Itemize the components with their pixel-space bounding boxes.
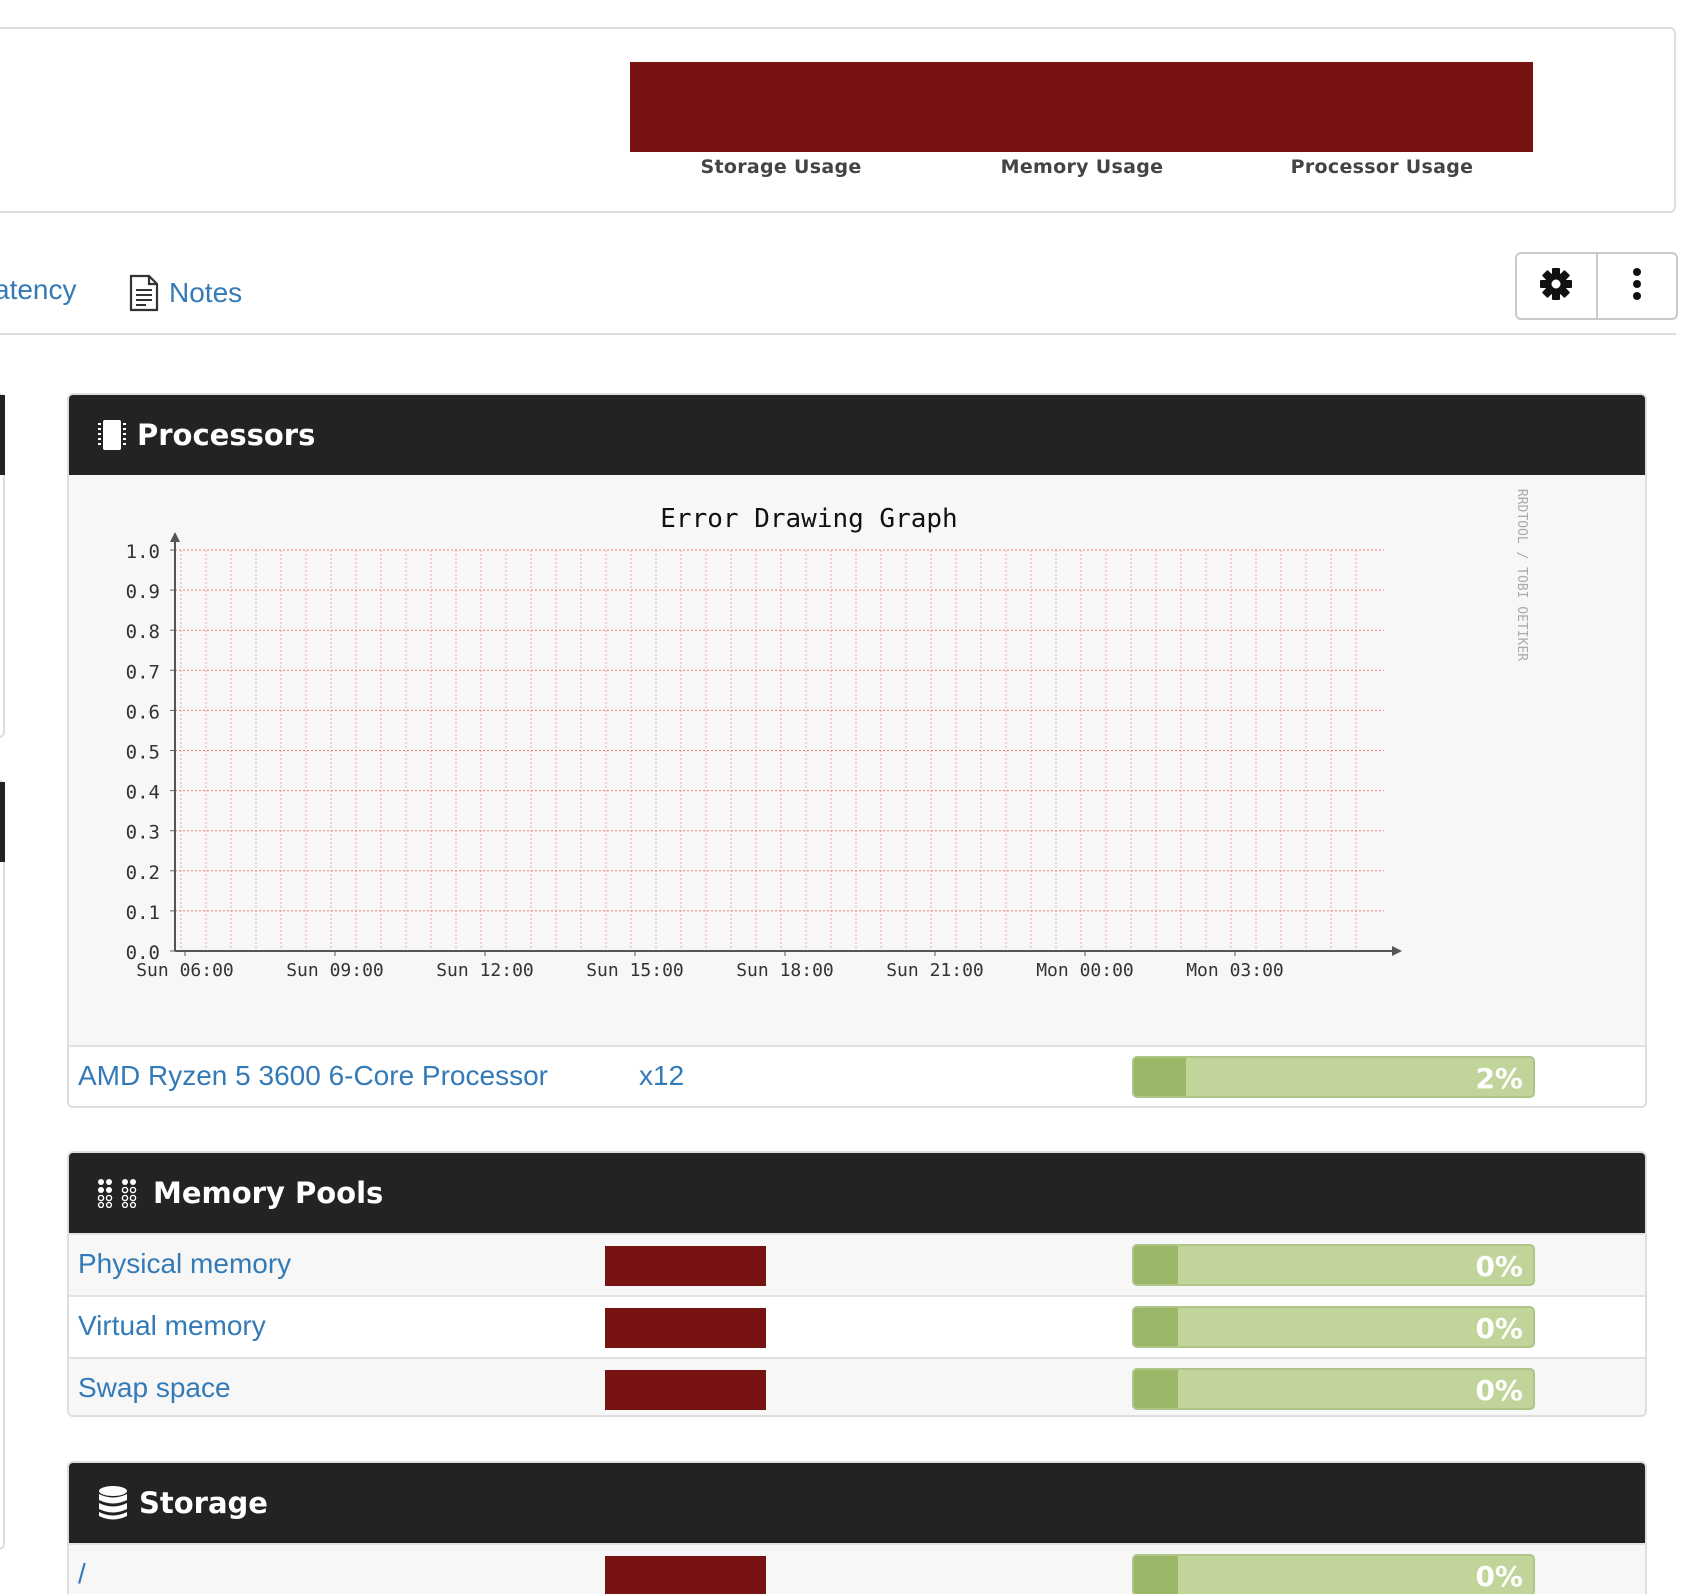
tab-notes[interactable]: Notes (128, 274, 242, 312)
more-options-button[interactable] (1595, 254, 1677, 318)
overview-panel: Storage Usage Memory Usage Processor Usa… (0, 27, 1676, 213)
memory-name[interactable]: Virtual memory (78, 1310, 266, 1342)
memory-name[interactable]: Swap space (78, 1372, 231, 1404)
processors-panel: Processors Error Drawing Graph RRDTOOL /… (67, 393, 1647, 1108)
tab-notes-label: Notes (169, 277, 243, 308)
x-tick-label: Sun 06:00 (136, 960, 234, 981)
memory-pools-title: Memory Pools (153, 1176, 384, 1210)
document-icon (128, 274, 160, 312)
y-tick-label: 0.7 (126, 661, 160, 683)
memory-pools-panel: Memory Pools Physical memory 0% Virtual … (67, 1151, 1647, 1417)
storage-usage-percent: 0% (1475, 1560, 1523, 1593)
tab-latency-label: atency (0, 274, 77, 305)
memory-row-swap: Swap space 0% (69, 1357, 1645, 1415)
x-tick-label: Mon 00:00 (1036, 960, 1134, 981)
memory-mini-graph[interactable] (605, 1370, 766, 1410)
gear-icon (1539, 267, 1573, 306)
storage-usage-tile[interactable]: Storage Usage (630, 62, 932, 178)
processors-title: Processors (137, 418, 316, 452)
vertical-dots-icon (1632, 267, 1642, 306)
memory-mini-graph[interactable] (605, 1246, 766, 1286)
x-tick-label: Mon 03:00 (1186, 960, 1284, 981)
chip-icon (97, 418, 127, 452)
memory-usage-percent: 0% (1475, 1250, 1523, 1283)
storage-usage-graph[interactable] (630, 62, 932, 152)
memory-usage-fill (1134, 1246, 1178, 1284)
processor-usage-tile[interactable]: Processor Usage (1231, 62, 1533, 178)
y-tick-label: 0.6 (126, 701, 160, 723)
x-tick-label: Sun 12:00 (436, 960, 534, 981)
memory-dots-icon (97, 1178, 143, 1208)
memory-usage-bar[interactable]: 0% (1132, 1368, 1535, 1410)
storage-panel: Storage / 0% (67, 1461, 1647, 1594)
processor-name[interactable]: AMD Ryzen 5 3600 6-Core Processor (78, 1060, 548, 1092)
device-tabs: atency Notes (0, 252, 1678, 335)
storage-header: Storage (69, 1463, 1645, 1543)
memory-usage-fill (1134, 1370, 1178, 1408)
left-panel-edge-2 (0, 780, 5, 1550)
y-tick-label: 0.5 (126, 742, 160, 764)
processor-usage-percent: 2% (1475, 1062, 1523, 1095)
x-tick-label: Sun 18:00 (736, 960, 834, 981)
database-icon (97, 1485, 129, 1521)
processor-usage-label: Processor Usage (1290, 156, 1474, 178)
y-tick-label: 1.0 (126, 541, 160, 563)
graph-watermark: RRDTOOL / TOBI OETIKER (1514, 489, 1529, 661)
memory-mini-graph[interactable] (605, 1308, 766, 1348)
processor-row: AMD Ryzen 5 3600 6-Core Processor x12 2% (69, 1045, 1645, 1106)
processor-usage-bar[interactable]: 2% (1132, 1056, 1535, 1098)
memory-name[interactable]: Physical memory (78, 1248, 291, 1280)
storage-usage-bar[interactable]: 0% (1132, 1554, 1535, 1594)
y-tick-label: 0.3 (126, 822, 160, 844)
memory-row-physical: Physical memory 0% (69, 1233, 1645, 1295)
processor-count: x12 (639, 1060, 685, 1091)
processor-graph-svg: Error Drawing Graph RRDTOOL / TOBI OETIK… (126, 489, 1529, 981)
processor-usage-fill (1134, 1058, 1186, 1096)
memory-usage-percent: 0% (1475, 1374, 1523, 1407)
y-tick-label: 0.8 (126, 621, 160, 643)
y-tick-label: 0.1 (126, 902, 160, 924)
storage-mini-graph[interactable] (605, 1556, 766, 1594)
memory-usage-fill (1134, 1308, 1178, 1346)
graph-title: Error Drawing Graph (660, 504, 957, 534)
y-axis-arrow (170, 532, 180, 542)
storage-name[interactable]: / (78, 1558, 86, 1590)
x-tick-label: Sun 15:00 (586, 960, 684, 981)
memory-row-virtual: Virtual memory 0% (69, 1295, 1645, 1357)
y-tick-label: 0.9 (126, 581, 160, 603)
y-tick-label: 0.4 (126, 782, 160, 804)
y-tick-label: 0.2 (126, 862, 160, 884)
x-tick-label: Sun 09:00 (286, 960, 384, 981)
processor-graph[interactable]: Error Drawing Graph RRDTOOL / TOBI OETIK… (69, 475, 1645, 1045)
left-panel-edge (0, 393, 5, 738)
tab-latency[interactable]: atency (0, 274, 77, 306)
memory-usage-tile[interactable]: Memory Usage (931, 62, 1233, 178)
storage-title: Storage (139, 1486, 268, 1520)
processors-header: Processors (69, 395, 1645, 475)
memory-usage-percent: 0% (1475, 1312, 1523, 1345)
x-axis-arrow (1392, 946, 1402, 956)
memory-usage-graph[interactable] (931, 62, 1233, 152)
storage-usage-fill (1134, 1556, 1178, 1594)
memory-pools-header: Memory Pools (69, 1153, 1645, 1233)
storage-usage-label: Storage Usage (700, 156, 862, 178)
memory-usage-bar[interactable]: 0% (1132, 1306, 1535, 1348)
memory-usage-bar[interactable]: 0% (1132, 1244, 1535, 1286)
processor-usage-graph[interactable] (1231, 62, 1533, 152)
memory-usage-label: Memory Usage (1000, 156, 1164, 178)
device-actions (1515, 252, 1678, 320)
settings-button[interactable] (1517, 254, 1596, 318)
x-tick-label: Sun 21:00 (886, 960, 984, 981)
storage-row-root: / 0% (69, 1543, 1645, 1594)
